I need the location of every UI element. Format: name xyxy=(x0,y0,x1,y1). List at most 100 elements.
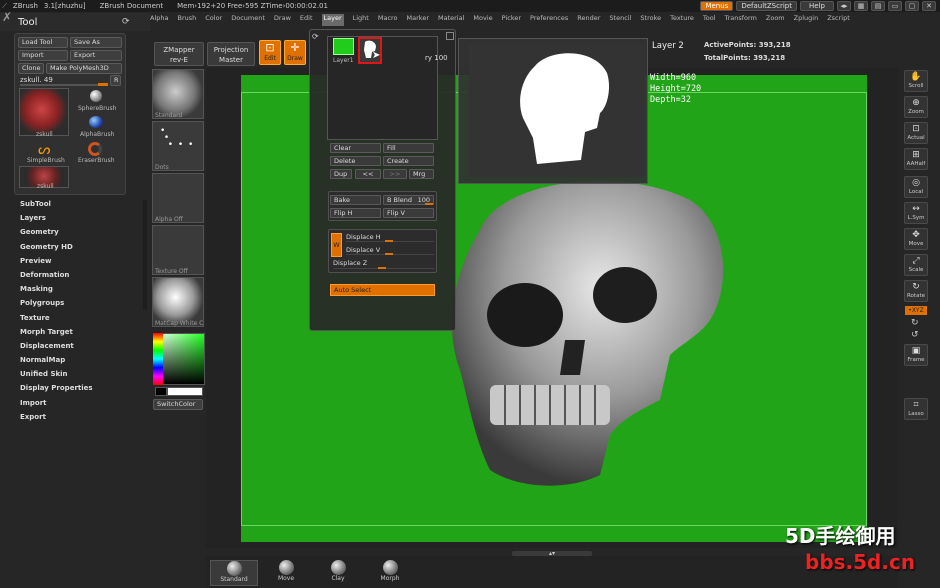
layer1-thumbnail[interactable] xyxy=(333,38,354,55)
layout-left-icon[interactable]: ◂▸ xyxy=(837,1,851,11)
layer-palette-close-icon[interactable] xyxy=(446,32,454,40)
tool-submenu-subtool[interactable]: SubTool xyxy=(20,200,93,208)
menu-stencil[interactable]: Stencil xyxy=(609,14,631,26)
menu-draw[interactable]: Draw xyxy=(274,14,291,26)
layer-merge-button[interactable]: Mrg xyxy=(409,169,434,179)
rotate-axis-icon-1[interactable]: ↻ xyxy=(911,318,919,328)
menu-material[interactable]: Material xyxy=(438,14,464,26)
menu-picker[interactable]: Picker xyxy=(502,14,521,26)
eraser-brush-icon[interactable] xyxy=(88,142,102,156)
alpha-brush-icon[interactable] xyxy=(89,116,103,128)
bottom-collapse-handle[interactable]: ▴▾ xyxy=(512,551,592,557)
layer-next-button[interactable]: >> xyxy=(383,169,407,179)
tool-submenu-geometry[interactable]: Geometry xyxy=(20,228,93,236)
menu-zplugin[interactable]: Zplugin xyxy=(794,14,819,26)
tool-submenu-displacement[interactable]: Displacement xyxy=(20,342,93,350)
tool-submenu-polygroups[interactable]: Polygroups xyxy=(20,299,93,307)
frame-button[interactable]: ▣ Frame xyxy=(904,344,928,366)
menu-transform[interactable]: Transform xyxy=(725,14,757,26)
bottom-brush-clay[interactable]: Clay xyxy=(314,560,362,586)
hue-strip[interactable] xyxy=(153,333,163,385)
tool-submenu-preview[interactable]: Preview xyxy=(20,257,93,265)
draw-button[interactable]: ✛ Draw xyxy=(284,40,306,65)
scroll-button[interactable]: ✋ Scroll xyxy=(904,70,928,92)
menu-zoom[interactable]: Zoom xyxy=(766,14,785,26)
layer-delete-button[interactable]: Delete xyxy=(330,156,381,166)
auto-select-button[interactable]: Auto Select xyxy=(330,284,435,296)
flip-v-button[interactable]: Flip V xyxy=(383,208,434,218)
menu-texture[interactable]: Texture xyxy=(670,14,694,26)
xyz-button[interactable]: •XYZ xyxy=(905,306,927,315)
tool-submenu-masking[interactable]: Masking xyxy=(20,285,93,293)
menu-macro[interactable]: Macro xyxy=(378,14,398,26)
menu-document[interactable]: Document xyxy=(231,14,265,26)
tool-submenu-export[interactable]: Export xyxy=(20,413,93,421)
actual-button[interactable]: ⊡ Actual xyxy=(904,122,928,144)
scale-button[interactable]: ⤢ Scale xyxy=(904,254,928,276)
rotate-button[interactable]: ↻ Rotate xyxy=(904,280,928,302)
help-button[interactable]: Help xyxy=(800,1,834,11)
menu-preferences[interactable]: Preferences xyxy=(530,14,568,26)
lsym-button[interactable]: ↔ L.Sym xyxy=(904,202,928,224)
secondary-color-swatch[interactable] xyxy=(167,387,203,396)
menu-render[interactable]: Render xyxy=(577,14,600,26)
layer-prev-button[interactable]: << xyxy=(355,169,381,179)
local-button[interactable]: ◎ Local xyxy=(904,176,928,198)
save-as-button[interactable]: Save As xyxy=(70,37,122,48)
maximize-icon[interactable]: ▢ xyxy=(905,1,919,11)
tool-submenu-texture[interactable]: Texture xyxy=(20,314,93,322)
menus-button[interactable]: Menus xyxy=(700,1,734,11)
left-panel-divider[interactable] xyxy=(143,200,147,310)
menu-stroke[interactable]: Stroke xyxy=(640,14,661,26)
projection-master-button[interactable]: Projection Master xyxy=(207,42,255,66)
layer-fill-button[interactable]: Fill xyxy=(383,143,434,153)
menu-light[interactable]: Light xyxy=(353,14,369,26)
export-tool-button[interactable]: Export xyxy=(70,50,122,61)
menu-layer[interactable]: Layer xyxy=(321,14,344,26)
menu-color[interactable]: Color xyxy=(205,14,222,26)
displace-z-slider[interactable]: Displace Z xyxy=(333,259,367,267)
primary-color-swatch[interactable] xyxy=(155,387,167,396)
palette-options-icon[interactable]: ⟳ xyxy=(122,17,130,27)
menu-tool[interactable]: Tool xyxy=(703,14,716,26)
tool-submenu-display-properties[interactable]: Display Properties xyxy=(20,384,93,392)
simple-brush-icon[interactable]: ᔕ xyxy=(38,142,50,158)
menu-alpha[interactable]: Alpha xyxy=(150,14,168,26)
make-polymesh-button[interactable]: Make PolyMesh3D xyxy=(46,63,122,74)
w-toggle-button[interactable]: W xyxy=(331,233,342,257)
menu-zscript[interactable]: Zscript xyxy=(827,14,850,26)
flip-h-button[interactable]: Flip H xyxy=(330,208,381,218)
tool-submenu-geometry-hd[interactable]: Geometry HD xyxy=(20,243,93,251)
tool-submenu-import[interactable]: Import xyxy=(20,399,93,407)
layout-grid-icon[interactable]: ▦ xyxy=(854,1,868,11)
tool-submenu-deformation[interactable]: Deformation xyxy=(20,271,93,279)
bottom-brush-morph[interactable]: Morph xyxy=(366,560,414,586)
r-button[interactable]: R xyxy=(110,75,121,86)
switch-color-button[interactable]: SwitchColor xyxy=(153,399,203,410)
move-button[interactable]: ✥ Move xyxy=(904,228,928,250)
tool-thumb-zskull[interactable] xyxy=(19,88,69,136)
menu-brush[interactable]: Brush xyxy=(177,14,196,26)
tool-submenu-unified-skin[interactable]: Unified Skin xyxy=(20,370,93,378)
tool-submenu-normalmap[interactable]: NormalMap xyxy=(20,356,93,364)
default-zscript-button[interactable]: DefaultZScript xyxy=(736,1,797,11)
minimize-icon[interactable]: ▭ xyxy=(888,1,902,11)
layer-palette-options-icon[interactable]: ⟳ xyxy=(312,32,319,41)
tool-submenu-morph-target[interactable]: Morph Target xyxy=(20,328,93,336)
rotate-axis-icon-2[interactable]: ↺ xyxy=(911,330,919,340)
lasso-button[interactable]: ⌗ Lasso xyxy=(904,398,928,420)
sphere-brush-icon[interactable] xyxy=(90,90,102,102)
zoom-button[interactable]: ⊕ Zoom xyxy=(904,96,928,118)
layer-create-button[interactable]: Create xyxy=(383,156,434,166)
menu-marker[interactable]: Marker xyxy=(407,14,429,26)
tool-submenu-layers[interactable]: Layers xyxy=(20,214,93,222)
bake-button[interactable]: Bake xyxy=(330,195,381,205)
zmapper-button[interactable]: ZMapper rev-E xyxy=(154,42,204,66)
layer-dup-button[interactable]: Dup xyxy=(330,169,352,179)
displace-h-slider[interactable]: Displace H xyxy=(346,233,381,241)
layout-icon[interactable]: ▤ xyxy=(871,1,885,11)
load-tool-button[interactable]: Load Tool xyxy=(18,37,68,48)
current-tool-slider[interactable] xyxy=(20,83,108,86)
menu-edit[interactable]: Edit xyxy=(300,14,313,26)
clone-button[interactable]: Clone xyxy=(18,63,44,74)
